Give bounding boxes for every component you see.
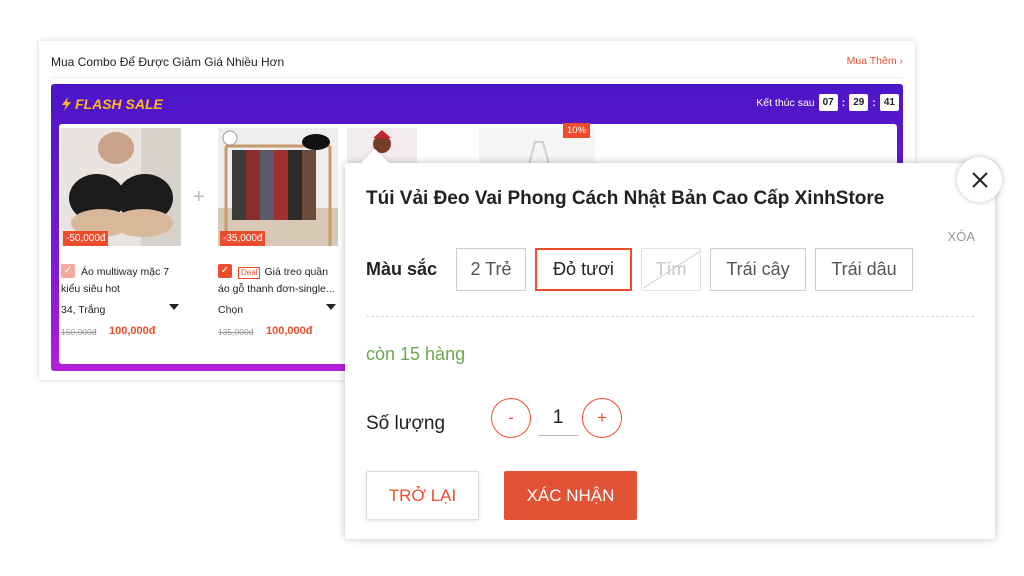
countdown-label: Kết thúc sau <box>756 96 815 109</box>
color-option-selected[interactable]: Đỏ tươi <box>535 248 632 291</box>
combo-header: Mua Combo Để Được Giảm Giá Nhiều Hơn <box>51 55 285 69</box>
discount-badge: 10% <box>563 123 591 138</box>
quantity-input[interactable] <box>538 400 578 436</box>
color-option[interactable]: Trái cây <box>710 248 806 291</box>
color-option[interactable]: Trái dâu <box>815 248 913 291</box>
new-price: 100,000đ <box>266 325 313 337</box>
strikethrough <box>643 250 700 289</box>
more-link[interactable]: Mua Thêm › <box>847 55 903 67</box>
close-icon <box>971 171 988 188</box>
deal-badge: Deal <box>238 267 261 279</box>
variant-select[interactable]: 34, Trắng <box>61 304 181 316</box>
variant-modal: Túi Vải Đeo Vai Phong Cách Nhật Bản Cao … <box>345 148 995 539</box>
plus-icon: + <box>193 186 205 208</box>
color-label: Màu sắc <box>366 259 438 279</box>
divider <box>366 316 974 317</box>
product-image[interactable]: -35,000đ <box>218 128 338 246</box>
lightning-icon <box>62 97 71 111</box>
color-option-disabled: Tím <box>641 248 701 291</box>
caret-down-icon <box>326 304 336 310</box>
modal-title: Túi Vải Đeo Vai Phong Cách Nhật Bản Cao … <box>366 188 885 209</box>
caret-down-icon <box>169 304 179 310</box>
variant-select[interactable]: Chọn <box>218 304 338 316</box>
divider <box>51 77 903 78</box>
stock-status: còn 15 hàng <box>366 344 466 364</box>
countdown-minutes: 29 <box>849 94 869 111</box>
decrease-button[interactable]: - <box>491 398 531 438</box>
back-button[interactable]: TRỞ LẠI <box>366 471 479 520</box>
discount-badge: -50,000đ <box>63 231 109 246</box>
close-button[interactable] <box>957 157 1002 202</box>
product-name[interactable]: Áo multiway mặc 7 kiểu siêu hot <box>61 264 181 298</box>
old-price: 135,000đ <box>218 327 254 337</box>
countdown: Kết thúc sau 07 : 29 : 41 <box>756 94 899 111</box>
quantity-label: Số lượng <box>366 413 446 434</box>
new-price: 100,000đ <box>109 325 156 337</box>
flash-sale-title: FLASH SALE <box>61 96 163 112</box>
product-name[interactable]: Deal Giá treo quần áo gỗ thanh đơn-single… <box>218 264 338 298</box>
discount-badge: -35,000đ <box>220 231 266 246</box>
color-option[interactable]: 2 Trẻ <box>456 248 526 291</box>
countdown-seconds: 41 <box>879 94 899 111</box>
confirm-button[interactable]: XÁC NHẬN <box>504 471 637 520</box>
product-image[interactable]: -50,000đ <box>61 128 181 246</box>
clear-button[interactable]: XÓA <box>948 229 975 244</box>
old-price: 150,000đ <box>61 327 97 337</box>
countdown-hours: 07 <box>818 94 838 111</box>
increase-button[interactable]: + <box>582 398 622 438</box>
